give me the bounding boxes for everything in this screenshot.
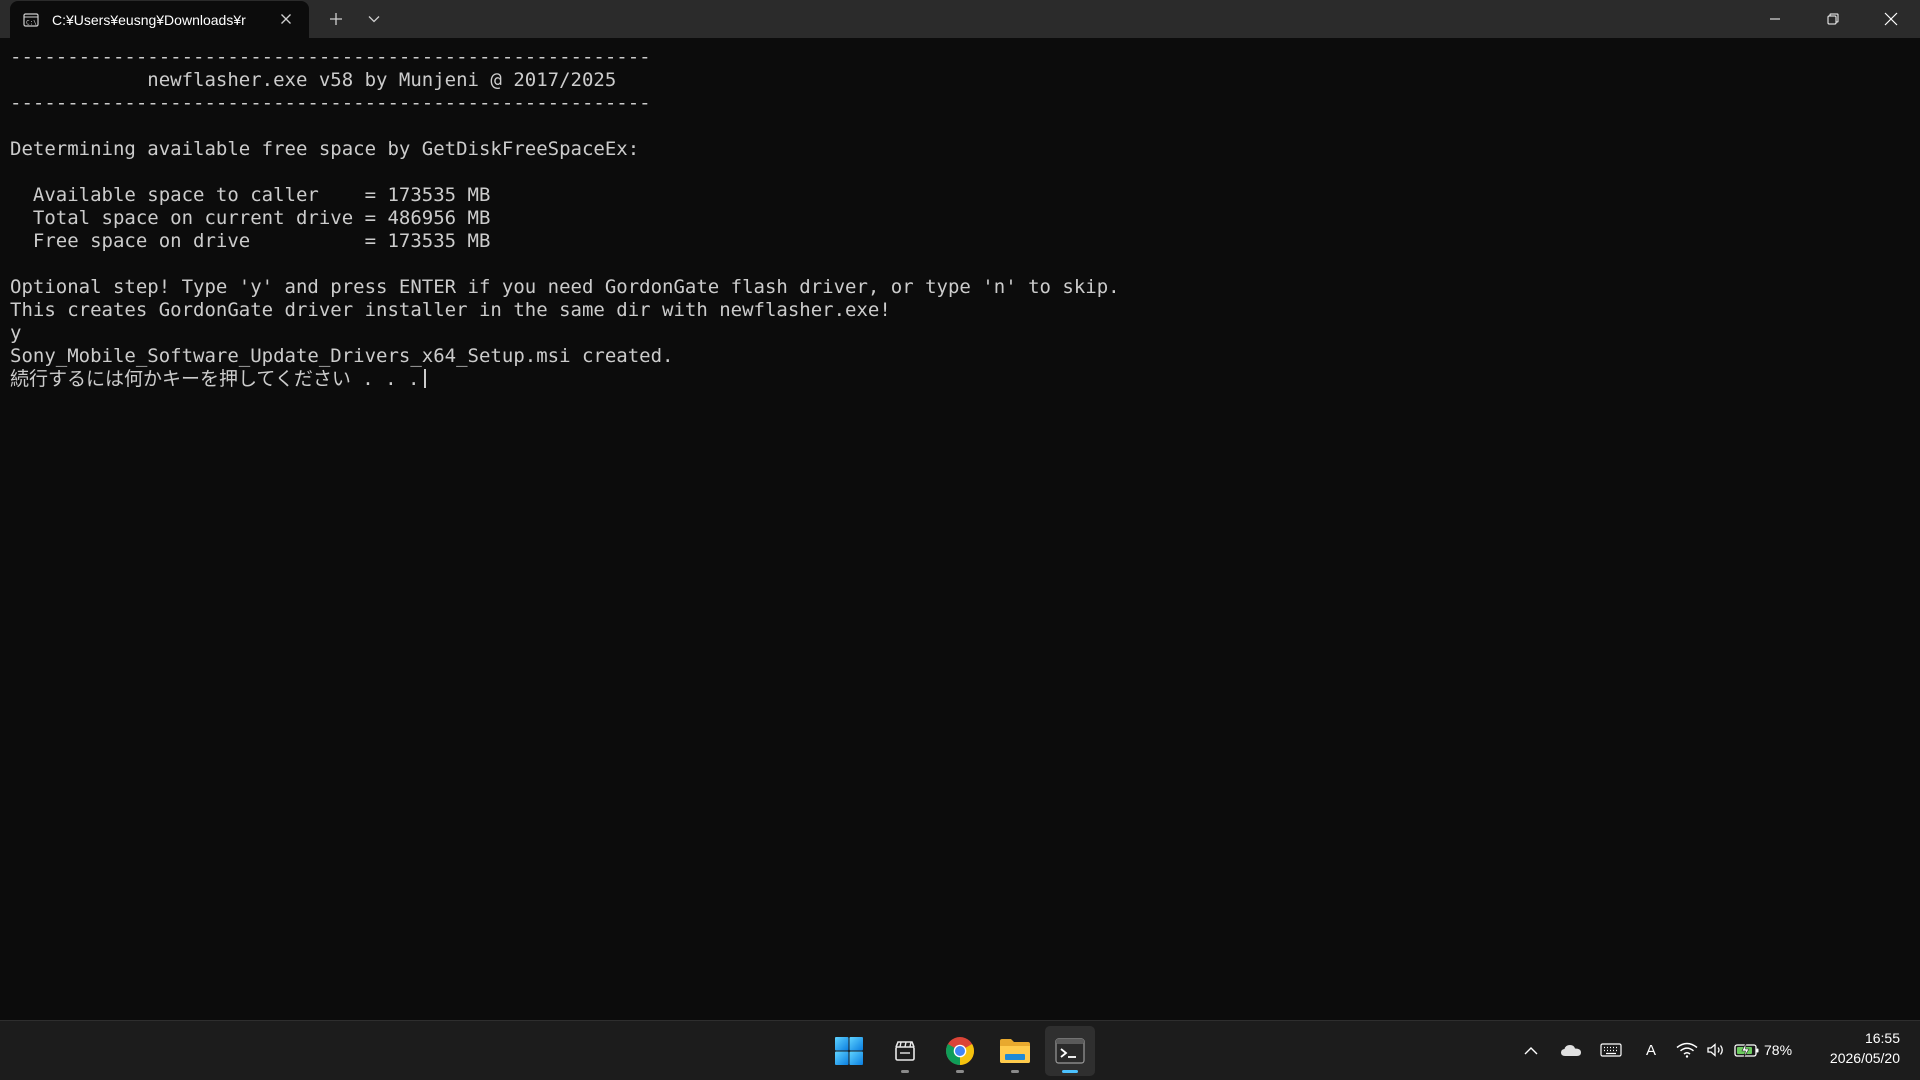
terminal-line: Free space on drive = 173535 MB [10,230,491,252]
taskbar [0,1020,1920,1080]
clock-button[interactable]: 16:55 2026/05/20 [1800,1028,1900,1072]
running-indicator [956,1070,964,1073]
title-bar[interactable]: C:\ C:¥Users¥eusng¥Downloads¥r [0,0,1920,38]
wifi-icon [1676,1042,1698,1058]
terminal-line: ----------------------------------------… [10,46,651,68]
terminal-output[interactable]: ----------------------------------------… [10,46,1900,1006]
file-explorer-app[interactable] [990,1026,1040,1076]
terminal-line: Available space to caller = 173535 MB [10,184,491,206]
minimize-icon [1770,18,1780,20]
chrome-app[interactable] [935,1026,985,1076]
chevron-up-icon [1524,1046,1538,1054]
terminal-line: Sony_Mobile_Software_Update_Drivers_x64_… [10,345,674,367]
restore-button[interactable] [1804,0,1862,38]
plus-icon [330,13,342,25]
ime-mode-button[interactable]: A [1638,1035,1664,1065]
terminal-window: C:\ C:¥Users¥eusng¥Downloads¥r ---------… [0,0,1920,1020]
new-tab-button[interactable] [322,6,350,32]
terminal-line: Determining available free space by GetD… [10,138,640,160]
terminal-icon [1055,1038,1085,1064]
battery-percent: 78% [1764,1042,1793,1058]
terminal-app[interactable] [1045,1026,1095,1076]
touch-keyboard-button[interactable] [1597,1035,1625,1065]
clock-date: 2026/05/20 [1829,1050,1900,1066]
text-cursor [423,369,426,388]
tab-close-icon[interactable] [277,10,295,28]
active-indicator [1062,1070,1078,1073]
chevron-down-icon [368,16,380,23]
tab-title: C:¥Users¥eusng¥Downloads¥r [52,11,246,28]
tab-terminal[interactable]: C:\ C:¥Users¥eusng¥Downloads¥r [10,1,309,38]
close-button[interactable] [1862,0,1920,38]
close-icon [1884,12,1898,26]
terminal-line: Total space on current drive = 486956 MB [10,207,491,229]
terminal-line: ----------------------------------------… [10,92,651,114]
chrome-icon [946,1037,974,1065]
terminal-line: 続行するには何かキーを押してください . . . [10,368,1900,391]
keyboard-icon [1600,1043,1622,1057]
windows-logo-icon [835,1037,863,1065]
tab-dropdown-button[interactable] [360,6,388,32]
cmd-prompt-icon: C:\ [22,11,40,29]
terminal-line: newflasher.exe v58 by Munjeni @ 2017/202… [10,69,617,91]
terminal-line: y [10,322,22,344]
clapper-files-icon [895,1041,915,1061]
quick-settings-button[interactable]: 78% [1674,1035,1800,1065]
terminal-line: Optional step! Type 'y' and press ENTER … [10,276,1120,298]
restore-icon [1827,13,1839,25]
svg-text:C:\: C:\ [26,19,37,26]
start-button[interactable] [824,1026,874,1076]
clock-time: 16:55 [1864,1030,1900,1046]
folder-icon [1000,1039,1030,1063]
terminal-line: This creates GordonGate driver installer… [10,299,891,321]
files-app[interactable] [880,1026,930,1076]
volume-icon [1707,1043,1723,1057]
ime-mode-indicator: A [1645,1041,1656,1059]
cloud-icon [1561,1045,1581,1056]
minimize-button[interactable] [1746,0,1804,38]
show-hidden-icons-button[interactable] [1518,1035,1544,1065]
battery-charging-icon [1734,1042,1759,1058]
running-indicator [901,1070,909,1073]
running-indicator [1011,1070,1019,1073]
onedrive-button[interactable] [1556,1035,1586,1065]
